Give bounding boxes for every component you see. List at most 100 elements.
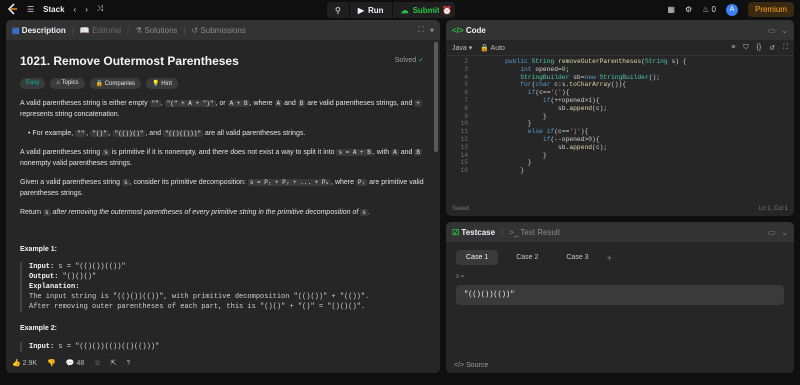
paragraph-decomposition: Given a valid parentheses string s, cons… xyxy=(20,179,424,197)
line-text: else if(c==')'){ xyxy=(527,128,589,136)
code-line[interactable]: 12 if(--opened>0){ xyxy=(446,136,794,144)
comments-button[interactable]: 💬 48 xyxy=(66,359,84,367)
braces-icon[interactable]: {} xyxy=(757,44,762,51)
testcase-variable-label: s = xyxy=(456,274,465,280)
code-line[interactable]: 14 } xyxy=(446,152,794,160)
testcase-input[interactable]: "(()())(())" xyxy=(456,285,784,305)
tab-editorial[interactable]: 📖 Editorial xyxy=(80,26,121,35)
line-number: 3 xyxy=(464,65,468,73)
code-line[interactable]: 9 } xyxy=(446,113,794,121)
test-tabs: ☑ Testcase | >_ Test Result ▭ ⌄ xyxy=(446,222,794,242)
next-problem-icon[interactable]: › xyxy=(85,5,88,14)
tab-description[interactable]: ▤ Description xyxy=(12,26,66,35)
line-number: 10 xyxy=(460,120,468,128)
auto-mode[interactable]: 🔒 Auto xyxy=(480,44,505,52)
code-line[interactable]: 6 if(c=='('){ xyxy=(446,89,794,97)
bookmark-icon[interactable]: ⛉ xyxy=(743,44,748,52)
example-2-box: Input: s = "(()())(())(()(()))" xyxy=(20,342,425,352)
tab-code[interactable]: </> Code xyxy=(452,26,486,35)
collapse-icon[interactable]: ⌄ xyxy=(781,26,788,35)
case-tab-3[interactable]: Case 3 xyxy=(556,250,598,265)
code-line[interactable]: 5 for(char c:s.toCharArray()){ xyxy=(446,81,794,89)
line-text: if(--opened>0){ xyxy=(542,135,600,143)
case-tab-2[interactable]: Case 2 xyxy=(506,250,548,265)
line-number: 4 xyxy=(464,73,468,81)
line-text: } xyxy=(490,112,547,120)
like-button[interactable]: 👍 2.9K xyxy=(12,359,37,367)
source-button[interactable]: </> Source xyxy=(454,362,488,369)
code-line[interactable]: 3 int opened=0; xyxy=(446,66,794,74)
checkbox-icon: ☑ xyxy=(452,227,460,237)
check-circle-icon: ✓ xyxy=(418,57,424,64)
code-line[interactable]: 16 } xyxy=(446,167,794,175)
paragraph-primitive: A valid parentheses string s is primitiv… xyxy=(20,149,422,167)
tag-icon: ⌂ xyxy=(56,80,60,86)
dislike-icon[interactable]: 👎 xyxy=(47,359,56,367)
case-tabs: Case 1 Case 2 Case 3 + xyxy=(456,250,612,265)
maximize-icon[interactable]: ▭ xyxy=(768,26,776,35)
hint-tag[interactable]: 💡 Hint xyxy=(146,78,178,89)
debug-button[interactable]: ⚲ xyxy=(327,2,349,18)
tab-test-result[interactable]: >_ Test Result xyxy=(509,228,560,237)
layout-icon[interactable]: ▦ xyxy=(667,5,675,14)
avatar[interactable]: A xyxy=(725,3,738,16)
tab-testcase[interactable]: ☑ Testcase xyxy=(452,228,495,237)
code-line[interactable]: 13 sb.append(c); xyxy=(446,144,794,152)
favorite-icon[interactable]: ☆ xyxy=(94,359,100,367)
reset-icon[interactable]: ↺ xyxy=(769,44,775,52)
code-line[interactable]: 11 else if(c==')'){ xyxy=(446,128,794,136)
test-collapse-icon[interactable]: ⌄ xyxy=(781,228,788,237)
premium-button[interactable]: Premium xyxy=(747,2,794,17)
shuffle-icon[interactable]: ⤨ xyxy=(97,4,103,14)
test-maximize-icon[interactable]: ▭ xyxy=(768,228,776,237)
expand-icon[interactable]: ⛶ xyxy=(418,25,424,35)
help-icon[interactable]: ? xyxy=(126,360,130,367)
companies-tag[interactable]: 🔒 Companies xyxy=(89,78,142,89)
description-tabs: ▤ Description | 📖 Editorial | ⚗ Solution… xyxy=(6,20,440,40)
code-editor[interactable]: 2 public String removeOuterParentheses(S… xyxy=(446,58,794,175)
code-line[interactable]: 7 if(++opened>1){ xyxy=(446,97,794,105)
description-panel: ▤ Description | 📖 Editorial | ⚗ Solution… xyxy=(6,20,440,373)
code-line[interactable]: 4 StringBuilder sb=new StringBuilder(); xyxy=(446,74,794,82)
line-number: 7 xyxy=(464,96,468,104)
line-number: 12 xyxy=(460,135,468,143)
case-tab-1[interactable]: Case 1 xyxy=(456,250,499,265)
problem-list-icon[interactable]: ☰ xyxy=(27,5,34,14)
streak-counter[interactable]: ♨ 0 xyxy=(702,5,716,14)
share-icon[interactable]: ⇱ xyxy=(111,359,117,367)
terminal-icon: >_ xyxy=(509,227,519,237)
problem-title[interactable]: 1021. Remove Outermost Parentheses xyxy=(20,54,239,68)
leetcode-logo[interactable] xyxy=(6,3,18,15)
code-line[interactable]: 8 sb.append(c); xyxy=(446,105,794,113)
code-line[interactable]: 2 public String removeOuterParentheses(S… xyxy=(446,58,794,66)
example-1-title: Example 1: xyxy=(20,246,57,253)
code-tabs: </> Code ▭ ⌄ xyxy=(446,20,794,40)
add-case-icon[interactable]: + xyxy=(607,253,612,263)
description-scrollbar[interactable] xyxy=(434,42,438,152)
prev-problem-icon[interactable]: ‹ xyxy=(74,5,77,14)
thumbs-up-icon: 👍 xyxy=(12,360,21,367)
notes-button[interactable]: ⏰ xyxy=(439,2,455,18)
difficulty-badge[interactable]: Easy xyxy=(20,78,46,89)
format-icon[interactable]: ≡ xyxy=(731,44,735,51)
line-text: } xyxy=(490,167,525,175)
description-footer: 👍 2.9K 👎 💬 48 ☆ ⇱ ? xyxy=(6,353,440,373)
code-line[interactable]: 15 } xyxy=(446,159,794,167)
problem-list-label[interactable]: Stack xyxy=(43,5,64,14)
comment-icon: 💬 xyxy=(65,360,75,367)
settings-icon[interactable]: ⚙ xyxy=(685,5,692,14)
line-number: 9 xyxy=(464,112,468,120)
run-button[interactable]: ▶ Run xyxy=(350,2,392,18)
line-text: } xyxy=(490,159,532,167)
code-icon: </> xyxy=(452,25,464,35)
tab-solutions[interactable]: ⚗ Solutions xyxy=(135,26,177,35)
paragraph-definition: A valid parentheses string is either emp… xyxy=(20,100,422,118)
problem-tags: Easy ⌂ Topics 🔒 Companies 💡 Hint xyxy=(20,78,178,89)
topics-tag[interactable]: ⌂ Topics xyxy=(50,78,85,89)
code-line[interactable]: 10 } xyxy=(446,120,794,128)
more-icon[interactable]: ▾ xyxy=(430,26,434,35)
tab-submissions[interactable]: ↺ Submissions xyxy=(191,26,245,35)
fullscreen-icon[interactable]: ⛶ xyxy=(783,44,788,52)
cursor-position: Ln 1, Col 1 xyxy=(758,206,788,212)
language-select[interactable]: Java ▾ xyxy=(452,44,472,52)
